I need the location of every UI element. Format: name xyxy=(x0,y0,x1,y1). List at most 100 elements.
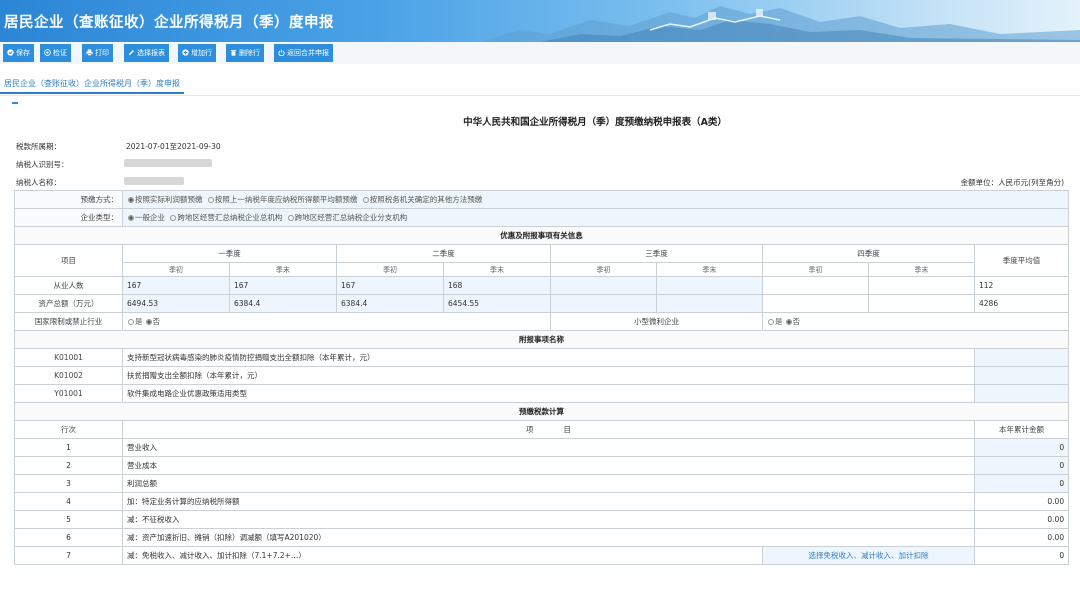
calc-row-header: 行次 xyxy=(14,420,123,439)
attach-section-title: 附报事项名称 xyxy=(13,330,1070,349)
assets-q4-begin[interactable] xyxy=(762,294,869,313)
enterprise-radio-head[interactable] xyxy=(170,215,177,221)
attach-value-input[interactable] xyxy=(973,384,1070,403)
tab-declaration[interactable]: 居民企业（查账征收）企业所得税月（季）度申报 xyxy=(0,78,184,94)
employees-q3-end[interactable] xyxy=(656,276,763,295)
calc-row-amount: 0.00 xyxy=(973,492,1070,511)
print-button[interactable]: 打印 xyxy=(82,44,113,62)
assets-q3-begin[interactable] xyxy=(550,294,657,313)
small-no-radio[interactable] xyxy=(785,319,792,325)
taxpayer-id-redacted xyxy=(124,159,212,167)
taxpayer-name-label: 纳税人名称： xyxy=(16,178,61,187)
prepay-radio-actual[interactable] xyxy=(128,197,134,203)
calc-amount-header: 本年累计金额 xyxy=(973,420,1070,439)
employees-q4-end[interactable] xyxy=(868,276,975,295)
calc-row: 4 加：特定业务计算的应纳税所得额 0.00 xyxy=(14,492,1070,511)
enterprise-radio-branch[interactable] xyxy=(287,215,294,221)
quarter-2-header: 二季度 xyxy=(336,244,551,263)
verify-button[interactable]: 检证 xyxy=(40,44,71,62)
period-label: 税款所属期： xyxy=(16,142,61,151)
quarter-average-header: 季度平均值 xyxy=(973,244,1070,277)
calc-row: 1 营业收入 0 xyxy=(14,438,1070,457)
prepay-options: 按照实际利润额预缴 按照上一纳税年度应纳税所得额平均额预缴 按照税务机关确定的其… xyxy=(121,190,1070,209)
delete-row-button[interactable]: 删除行 xyxy=(226,44,264,62)
employees-q1-begin[interactable]: 167 xyxy=(122,276,230,295)
calc-row-amount: 0 xyxy=(973,546,1070,565)
calc-section-title: 预缴税款计算 xyxy=(13,402,1070,421)
q1-end-header: 季末 xyxy=(229,262,337,277)
collapse-handle[interactable] xyxy=(12,102,18,104)
calc-row-item: 减：资产加速折旧、摊销（扣除）调减额（填写A201020） xyxy=(122,528,975,547)
prepay-radio-other[interactable] xyxy=(362,197,369,203)
attach-value-input[interactable] xyxy=(973,348,1070,367)
prefs-section-title: 优惠及附报事项有关信息 xyxy=(13,226,1070,245)
attach-value-input[interactable] xyxy=(973,366,1070,385)
assets-q2-end[interactable]: 6454.55 xyxy=(443,294,551,313)
assets-q3-end[interactable] xyxy=(656,294,763,313)
small-enterprise-label: 小型微利企业 xyxy=(550,312,763,331)
calc-row: 3 利润总额 0 xyxy=(14,474,1070,493)
enterprise-type-options: 一般企业 跨地区经营汇总纳税企业总机构 跨地区经营汇总纳税企业分支机构 xyxy=(121,208,1070,227)
add-row-button[interactable]: 增加行 xyxy=(178,44,216,62)
select-exemption-link[interactable]: 选择免税收入、减计收入、加计扣除 xyxy=(762,546,975,565)
check-circle-icon xyxy=(7,49,14,56)
attach-code: Y01001 xyxy=(14,384,123,403)
add-circle-icon xyxy=(182,49,189,56)
plus-circle-icon xyxy=(44,49,51,56)
restricted-no-radio[interactable] xyxy=(145,319,152,325)
prepay-row: 预缴方式： 按照实际利润额预缴 按照上一纳税年度应纳税所得额平均额预缴 按照税务… xyxy=(14,190,1070,209)
assets-q2-begin[interactable]: 6384.4 xyxy=(336,294,444,313)
select-report-button[interactable]: 选择报表 xyxy=(124,44,169,62)
declaration-table: 预缴方式： 按照实际利润额预缴 按照上一纳税年度应纳税所得额平均额预缴 按照税务… xyxy=(13,190,1070,565)
employees-q3-begin[interactable] xyxy=(550,276,657,295)
title-bar: 居民企业（查账征收）企业所得税月（季）度申报 xyxy=(0,0,1080,42)
calc-row-no: 3 xyxy=(14,474,123,493)
q3-begin-header: 季初 xyxy=(550,262,657,277)
small-enterprise-options: 是否 xyxy=(761,312,1070,331)
enterprise-radio-general[interactable] xyxy=(128,215,134,221)
q2-end-header: 季末 xyxy=(443,262,551,277)
prefs-item-header: 项目 xyxy=(14,244,123,277)
employees-q4-begin[interactable] xyxy=(762,276,869,295)
small-yes-radio[interactable] xyxy=(768,319,774,325)
assets-q4-end[interactable] xyxy=(868,294,975,313)
sub-tab-bar: 居民企业（查账征收）企业所得税月（季）度申报 xyxy=(0,64,1080,96)
restricted-yes-radio[interactable] xyxy=(128,319,134,325)
power-icon xyxy=(278,49,285,56)
calc-row-no: 6 xyxy=(14,528,123,547)
assets-average: 4286 xyxy=(973,294,1070,313)
prepay-label: 预缴方式： xyxy=(14,190,123,209)
return-merged-declaration-button[interactable]: 返回合并申报 xyxy=(274,44,333,62)
assets-q1-end[interactable]: 6384.4 xyxy=(229,294,337,313)
form-title: 中华人民共和国企业所得税月（季）度预缴纳税申报表（A类） xyxy=(463,117,727,128)
calc-row-amount: 0.00 xyxy=(973,528,1070,547)
quarter-4-header: 四季度 xyxy=(762,244,975,263)
calc-row-no: 7 xyxy=(14,546,123,565)
enterprise-type-label: 企业类型： xyxy=(14,208,123,227)
taxpayer-name-redacted xyxy=(124,177,184,185)
calc-row-amount[interactable]: 0 xyxy=(973,474,1070,493)
calc-row-no: 2 xyxy=(14,456,123,475)
assets-q1-begin[interactable]: 6494.53 xyxy=(122,294,230,313)
employees-q2-end[interactable]: 168 xyxy=(443,276,551,295)
calc-row: 6 减：资产加速折旧、摊销（扣除）调减额（填写A201020） 0.00 xyxy=(14,528,1070,547)
restricted-small-row: 国家限制或禁止行业 是否 小型微利企业 是否 xyxy=(14,312,1070,331)
employees-q1-end[interactable]: 167 xyxy=(229,276,337,295)
total-assets-row: 资产总额（万元） 6494.53 6384.4 6384.4 6454.55 4… xyxy=(14,294,1070,313)
employees-q2-begin[interactable]: 167 xyxy=(336,276,444,295)
save-button[interactable]: 保存 xyxy=(3,44,34,62)
calc-row-amount[interactable]: 0 xyxy=(973,438,1070,457)
calc-row-item: 加：特定业务计算的应纳税所得额 xyxy=(122,492,975,511)
q2-begin-header: 季初 xyxy=(336,262,444,277)
restricted-industry-options: 是否 xyxy=(122,312,551,331)
calc-row-amount: 0.00 xyxy=(973,510,1070,529)
quarter-1-header: 一季度 xyxy=(122,244,337,263)
attach-name: 软件集成电路企业优惠政策适用类型 xyxy=(122,384,975,403)
employees-average: 112 xyxy=(973,276,1070,295)
prepay-radio-average[interactable] xyxy=(207,197,214,203)
calc-row-amount[interactable]: 0 xyxy=(973,456,1070,475)
amount-unit: 金额单位：人民币元(列至角分) xyxy=(960,178,1064,187)
attach-name: 扶贫捐赠支出全额扣除（本年累计，元） xyxy=(122,366,975,385)
great-wall-banner-image xyxy=(480,6,1080,42)
taxpayer-id-label: 纳税人识别号： xyxy=(16,160,69,169)
